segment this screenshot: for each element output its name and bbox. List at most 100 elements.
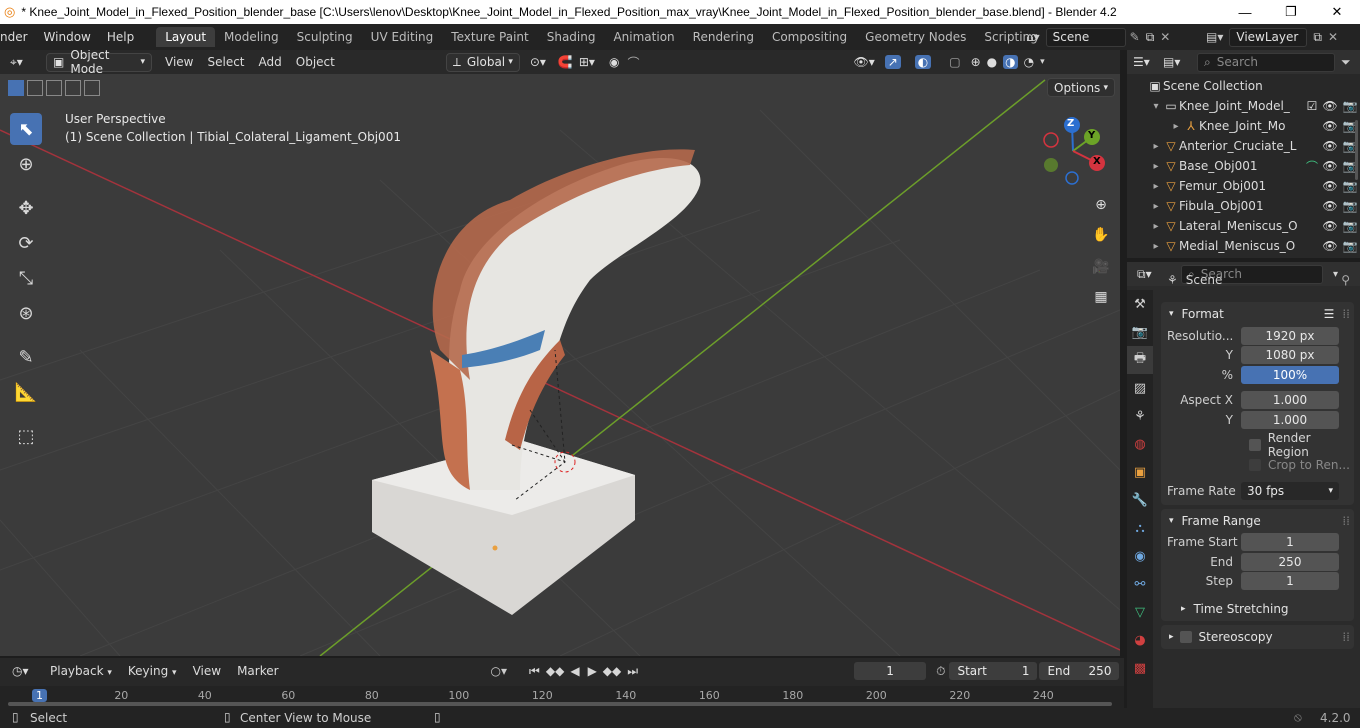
time-stretching-header[interactable]: ▸ Time Stretching bbox=[1161, 597, 1354, 621]
tab-particles[interactable]: ⛬ bbox=[1127, 514, 1153, 542]
play-reverse-icon[interactable]: ◀ bbox=[570, 664, 579, 678]
solid-shading-icon[interactable]: ● bbox=[987, 55, 997, 69]
chevron-right-icon[interactable]: ▸ bbox=[1149, 241, 1163, 252]
outliner-scrollbar[interactable] bbox=[1355, 120, 1358, 180]
new-viewlayer-icon[interactable]: ⧉ bbox=[1313, 30, 1322, 45]
eye-icon[interactable]: 👁 bbox=[1320, 179, 1340, 193]
menu-select[interactable]: Select bbox=[200, 55, 251, 69]
outliner-row[interactable]: ▸ ▽ Medial_Meniscus_O 👁 📷 bbox=[1127, 236, 1360, 256]
menu-view[interactable]: View bbox=[158, 55, 200, 69]
outliner-row[interactable]: ▸ ⅄ Knee_Joint_Mo 👁 📷 bbox=[1127, 116, 1360, 136]
scene-icon[interactable]: ⌂▾ bbox=[1026, 30, 1040, 44]
tab-world[interactable]: ◍ bbox=[1127, 430, 1153, 458]
eye-icon[interactable]: 👁 bbox=[1320, 219, 1340, 233]
navigation-gizmo[interactable]: Z Y X bbox=[1036, 114, 1110, 188]
new-scene-icon[interactable]: ⧉ bbox=[1146, 30, 1155, 45]
next-keyframe-icon[interactable]: ◆◆ bbox=[603, 664, 621, 678]
pin-icon[interactable]: ✎ bbox=[1130, 30, 1140, 44]
resolution-percent-slider[interactable]: 100% bbox=[1241, 365, 1339, 384]
proportional-edit-icon[interactable]: ◉ bbox=[609, 55, 619, 69]
camera-icon[interactable]: 📷 bbox=[1340, 99, 1360, 113]
display-mode-icon[interactable]: ▤▾ bbox=[1163, 55, 1189, 69]
tab-texture[interactable]: ▩ bbox=[1127, 654, 1153, 682]
outliner-search[interactable]: ⌕ Search bbox=[1197, 52, 1335, 72]
aspect-x-field[interactable]: 1.000 bbox=[1241, 391, 1339, 410]
tab-shading[interactable]: Shading bbox=[538, 27, 605, 47]
outliner-editor-icon[interactable]: ☰▾ bbox=[1133, 55, 1163, 69]
eye-icon[interactable]: 👁 bbox=[1320, 199, 1340, 213]
cursor-tool[interactable]: ⊕ bbox=[10, 148, 42, 180]
render-region-checkbox[interactable] bbox=[1249, 439, 1261, 452]
3d-viewport[interactable]: ⌖▾ ▣ Object Mode ▾ View Select Add Objec… bbox=[0, 50, 1120, 656]
chevron-right-icon[interactable]: ▸ bbox=[1149, 181, 1163, 192]
stereoscopy-checkbox[interactable] bbox=[1179, 631, 1192, 643]
aspect-y-field[interactable]: 1.000 bbox=[1241, 410, 1339, 429]
rotate-tool[interactable]: ⟳ bbox=[10, 227, 42, 259]
presets-icon[interactable]: ☰ bbox=[1324, 307, 1335, 321]
mode-dropdown[interactable]: ▣ Object Mode ▾ bbox=[46, 50, 152, 76]
render-region-row[interactable]: Render Region bbox=[1161, 431, 1354, 459]
timeline-scrollbar[interactable] bbox=[8, 702, 1112, 706]
pan-button[interactable]: ✋ bbox=[1088, 222, 1114, 248]
chevron-down-icon[interactable]: ▾ bbox=[1149, 101, 1163, 112]
outliner-row[interactable]: ▸ ▽ Fibula_Obj001 👁 📷 bbox=[1127, 196, 1360, 216]
timeline-ruler[interactable]: 1 20 40 60 80 100 120 140 160 180 200 220 240 bbox=[0, 686, 1124, 708]
editor-type-icon[interactable]: ⌖▾ bbox=[10, 55, 36, 70]
outliner-row[interactable]: ▸ ▽ Base_Obj001 ⌒ 👁 📷 bbox=[1127, 156, 1360, 176]
eye-icon[interactable]: 👁 bbox=[1320, 239, 1340, 253]
select-subtract-icon[interactable] bbox=[46, 80, 62, 96]
chevron-right-icon[interactable]: ▸ bbox=[1169, 121, 1183, 132]
frame-end-field[interactable]: 250 bbox=[1241, 552, 1339, 571]
snap-icon[interactable]: 🧲 bbox=[558, 55, 573, 69]
viewlayer-field[interactable]: ViewLayer bbox=[1229, 27, 1308, 47]
crop-checkbox[interactable] bbox=[1249, 458, 1261, 471]
select-invert-icon[interactable] bbox=[65, 80, 81, 96]
material-shading-icon[interactable]: ◑ bbox=[1003, 55, 1018, 69]
options-dropdown[interactable]: Options ▾ bbox=[1047, 78, 1115, 97]
outliner-row[interactable]: ▸ ▽ Lateral_Meniscus_O 👁 📷 bbox=[1127, 216, 1360, 236]
outliner-row[interactable]: ▸ ▽ Anterior_Cruciate_L 👁 📷 bbox=[1127, 136, 1360, 156]
outliner-root[interactable]: ▣ Scene Collection bbox=[1127, 76, 1360, 96]
eye-icon[interactable]: 👁 bbox=[1320, 119, 1340, 133]
drag-handle-icon[interactable]: ⁞⁞ bbox=[1342, 630, 1350, 644]
drag-handle-icon[interactable]: ⁞⁞ bbox=[1342, 514, 1350, 528]
frame-range-header[interactable]: ▾ Frame Range ⁞⁞ bbox=[1161, 509, 1354, 533]
tab-animation[interactable]: Animation bbox=[604, 27, 683, 47]
snap-target-icon[interactable]: ⊞▾ bbox=[579, 55, 595, 69]
tab-compositing[interactable]: Compositing bbox=[763, 27, 856, 47]
minimize-button[interactable]: — bbox=[1222, 5, 1268, 20]
timeline-end-field[interactable]: End 250 bbox=[1039, 662, 1120, 680]
remove-viewlayer-icon[interactable]: ✕ bbox=[1328, 30, 1338, 44]
tab-constraints[interactable]: ⚯ bbox=[1127, 570, 1153, 598]
select-extend-icon[interactable] bbox=[27, 80, 43, 96]
scale-tool[interactable]: ⤡ bbox=[10, 262, 42, 294]
add-cube-tool[interactable]: ⬚ bbox=[10, 420, 42, 452]
frame-step-field[interactable]: 1 bbox=[1241, 572, 1339, 591]
record-icon[interactable]: ○▾ bbox=[491, 664, 508, 678]
tab-scene[interactable]: ⚘ bbox=[1127, 402, 1153, 430]
viewlayer-icon[interactable]: ▤▾ bbox=[1206, 30, 1223, 44]
camera-view-button[interactable]: 🎥 bbox=[1088, 254, 1114, 280]
rendered-shading-icon[interactable]: ◔ bbox=[1024, 55, 1034, 69]
menu-object[interactable]: Object bbox=[289, 55, 342, 69]
menu-window[interactable]: Window bbox=[36, 30, 99, 44]
timeline-start-field[interactable]: Start 1 bbox=[949, 662, 1038, 680]
chevron-right-icon[interactable]: ▸ bbox=[1149, 221, 1163, 232]
frame-start-field[interactable]: 1 bbox=[1241, 533, 1339, 552]
menu-help[interactable]: Help bbox=[99, 30, 142, 44]
chevron-right-icon[interactable]: ▸ bbox=[1149, 141, 1163, 152]
stereoscopy-header[interactable]: ▸ Stereoscopy ⁞⁞ bbox=[1161, 625, 1354, 649]
transform-tool[interactable]: ⊛ bbox=[10, 297, 42, 329]
tab-rendering[interactable]: Rendering bbox=[684, 27, 763, 47]
jump-end-icon[interactable]: ⏭ bbox=[627, 664, 638, 679]
camera-icon[interactable]: 📷 bbox=[1340, 239, 1360, 253]
menu-keying[interactable]: Keying ▾ bbox=[120, 664, 185, 678]
menu-render[interactable]: nder bbox=[0, 30, 36, 44]
tab-texture-paint[interactable]: Texture Paint bbox=[442, 27, 537, 47]
tab-physics[interactable]: ◉ bbox=[1127, 542, 1153, 570]
wireframe-shading-icon[interactable]: ⊕ bbox=[971, 55, 981, 69]
zoom-button[interactable]: ⊕ bbox=[1088, 192, 1114, 218]
outliner-row[interactable]: ▸ ▽ Femur_Obj001 👁 📷 bbox=[1127, 176, 1360, 196]
camera-icon[interactable]: 📷 bbox=[1340, 179, 1360, 193]
drag-handle-icon[interactable]: ⁞⁞ bbox=[1342, 307, 1350, 321]
